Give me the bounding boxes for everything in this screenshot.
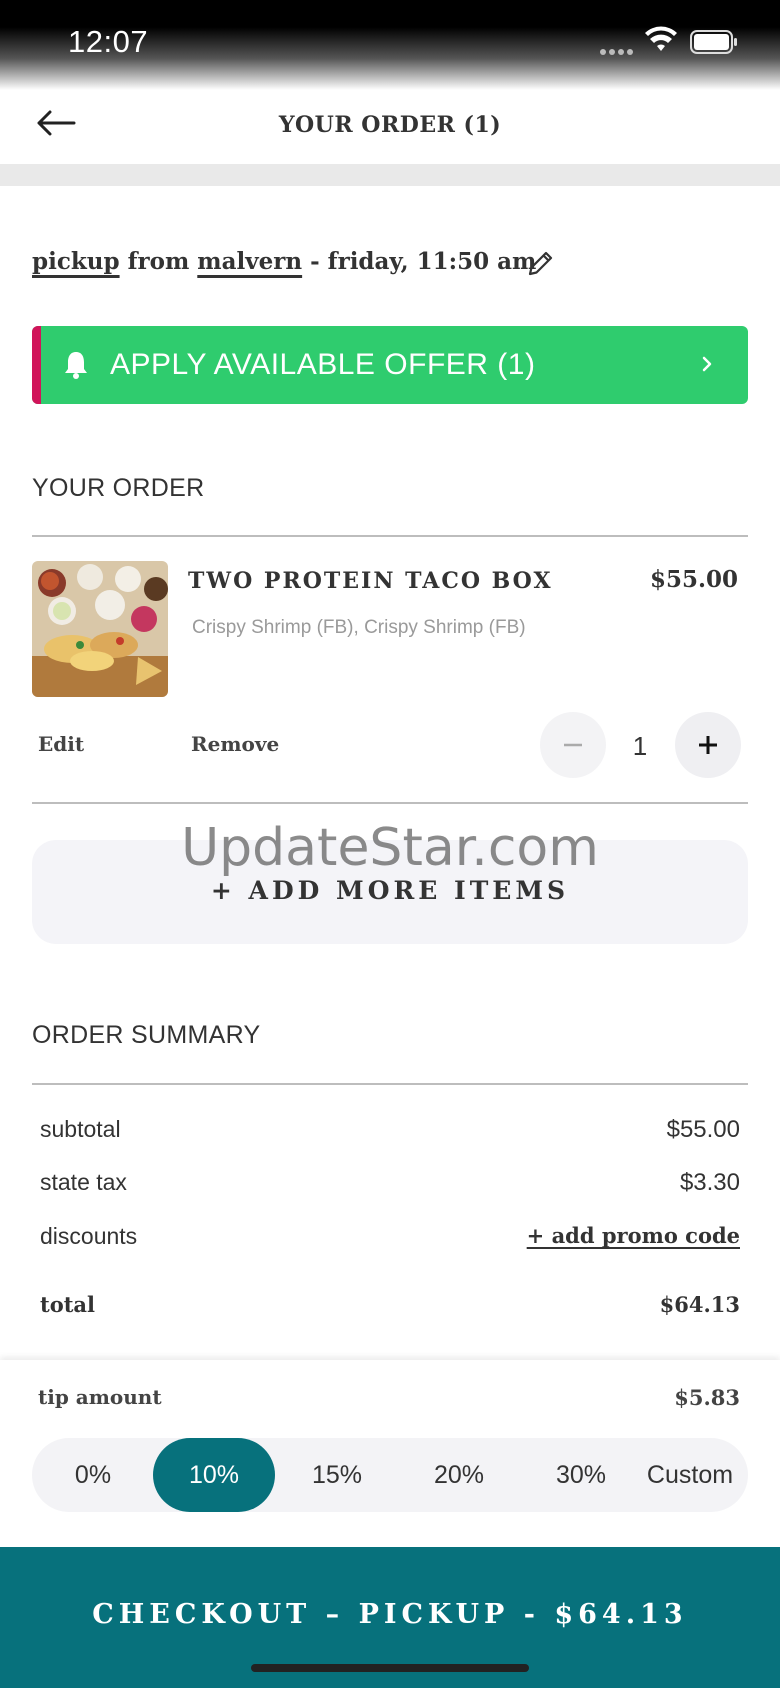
state-tax-row: state tax $3.30 [40, 1169, 740, 1203]
offer-accent-stripe [32, 326, 41, 404]
home-indicator [251, 1664, 529, 1672]
page-title: YOUR ORDER (1) [278, 112, 502, 138]
battery-icon [690, 30, 737, 54]
item-price: $55.00 [649, 566, 738, 593]
tip-option-10[interactable]: 10% [153, 1438, 275, 1512]
divider [32, 535, 748, 537]
chevron-right-icon [702, 356, 712, 372]
item-modifiers: Crispy Shrimp (FB), Crispy Shrimp (FB) [192, 617, 526, 638]
tip-option-20[interactable]: 20% [398, 1438, 520, 1512]
tip-option-30[interactable]: 30% [520, 1438, 642, 1512]
tip-option-0[interactable]: 0% [32, 1438, 154, 1512]
tip-option-15[interactable]: 15% [276, 1438, 398, 1512]
total-value: $64.13 [659, 1292, 740, 1317]
order-summary-heading: ORDER SUMMARY [32, 1021, 261, 1049]
subtotal-row: subtotal $55.00 [40, 1116, 740, 1150]
subtotal-value: $55.00 [666, 1116, 740, 1143]
pickup-location-link[interactable]: malvern [197, 248, 302, 275]
offer-label: APPLY AVAILABLE OFFER (1) [110, 348, 536, 381]
apply-offer-button[interactable]: APPLY AVAILABLE OFFER (1) [32, 326, 748, 404]
pencil-icon[interactable] [526, 248, 556, 278]
plus-icon [699, 736, 717, 754]
header-divider [0, 164, 780, 186]
state-tax-label: state tax [40, 1169, 127, 1195]
pickup-time-text: - friday, 11:50 am [302, 248, 537, 275]
increase-quantity-button[interactable] [675, 712, 741, 778]
add-promo-code-link[interactable]: + add promo code [527, 1223, 740, 1248]
pickup-mode-link[interactable]: pickup [32, 248, 120, 275]
decrease-quantity-button[interactable] [540, 712, 606, 778]
wifi-icon [645, 26, 677, 51]
item-image [32, 561, 168, 697]
bell-icon [65, 352, 87, 379]
add-more-items-button[interactable]: + ADD MORE ITEMS [32, 840, 748, 944]
total-row: total $64.13 [40, 1292, 740, 1326]
checkout-label: CHECKOUT – PICKUP - $64.13 [92, 1599, 688, 1630]
item-name: TWO PROTEIN TACO BOX [188, 568, 553, 594]
discounts-label: discounts [40, 1223, 138, 1249]
total-label: total [40, 1292, 95, 1317]
tip-option-custom[interactable]: Custom [632, 1438, 748, 1512]
tip-selector: 0% 10% 15% 20% 30% Custom [32, 1438, 748, 1512]
status-time: 12:07 [68, 24, 149, 59]
discounts-row: discounts + add promo code [40, 1223, 740, 1257]
minus-icon [564, 743, 582, 747]
pickup-details: pickup from malvern - friday, 11:50 am [32, 248, 536, 275]
pickup-from-text: from [119, 248, 198, 275]
subtotal-label: subtotal [40, 1116, 121, 1142]
tip-amount-value: $5.83 [674, 1385, 740, 1410]
add-more-items-label: + ADD MORE ITEMS [210, 876, 570, 905]
state-tax-value: $3.30 [679, 1169, 740, 1196]
tip-amount-label: tip amount [38, 1385, 162, 1409]
quantity-value: 1 [632, 731, 648, 761]
edit-item-button[interactable]: Edit [38, 732, 84, 756]
signal-icon [600, 42, 638, 55]
remove-item-button[interactable]: Remove [191, 732, 279, 756]
status-bar: 12:07 [0, 0, 780, 90]
divider [32, 802, 748, 804]
your-order-heading: YOUR ORDER [32, 474, 205, 502]
divider [32, 1083, 748, 1085]
